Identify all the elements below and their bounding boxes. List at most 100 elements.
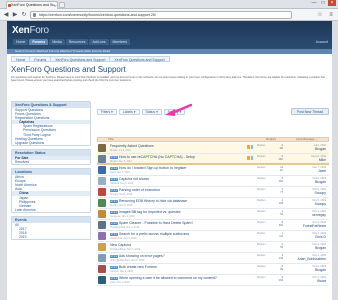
- avatar[interactable]: [98, 199, 106, 207]
- thread-title[interactable]: Removing EDB History to hide via databas…: [119, 199, 187, 204]
- thread-title[interactable]: Captcha not shown: [119, 177, 149, 182]
- thread-prefix-badge[interactable]: 2.1.x: [110, 254, 119, 258]
- sidebar-item[interactable]: Resolved: [12, 160, 90, 164]
- sub-navigation-links[interactable]: Search Forums Watched Forums Watched Thr…: [15, 49, 110, 54]
- new-tab-button[interactable]: [59, 2, 65, 8]
- thread-title[interactable]: Frequently Asked Questions: [110, 144, 154, 149]
- thread-title[interactable]: How do I forward Sign up button to /regi…: [119, 166, 187, 171]
- thread-row[interactable]: New Captcha TheDaveBingo, Nov 3, 2019 Repl…: [97, 242, 329, 253]
- thread-prefix-badge[interactable]: 2.1.x: [110, 155, 119, 159]
- reload-button[interactable]: ↻: [20, 11, 28, 19]
- thread-title[interactable]: Spam Cleaner - Possible to Hard Delete S…: [119, 221, 193, 226]
- filter-dropdown[interactable]: Labels ▾: [118, 109, 140, 115]
- thread-title[interactable]: Search for a prefix across multiple subf…: [119, 232, 189, 237]
- address-bar[interactable]: https://xenforo.com/community/forums/xen…: [30, 11, 292, 19]
- thread-prefix-badge[interactable]: 2.1.x: [110, 221, 119, 225]
- last-message-user[interactable]: Chris D: [282, 235, 326, 239]
- thread-row[interactable]: 2.1.x Images BB tag for Imported vs. ques…: [97, 209, 329, 220]
- last-message-user[interactable]: Brogan: [282, 147, 326, 151]
- post-new-thread-button[interactable]: Post New Thread: [290, 108, 329, 115]
- sidebar-item[interactable]: 2019: [12, 235, 90, 239]
- thread-row[interactable]: 2.1.x Spam Cleaner - Possible to Hard Del…: [97, 220, 329, 231]
- nav-tab-home[interactable]: Home: [13, 39, 29, 45]
- thread-title[interactable]: Bulk create new Forums: [119, 265, 157, 270]
- avatar[interactable]: [98, 276, 106, 284]
- thread-title[interactable]: New Captcha: [110, 243, 131, 248]
- thread-prefix-badge[interactable]: 2.1.x: [110, 265, 119, 269]
- thread-prefix-badge[interactable]: 2.1.x: [110, 210, 119, 214]
- close-window-button[interactable]: ×: [328, 0, 336, 6]
- last-message-user[interactable]: Mike: [282, 158, 326, 162]
- thread-row[interactable]: 2.1.x Captcha not shown mike123, Nov 6, 20…: [97, 176, 329, 187]
- thread-row[interactable]: 2.1.x Search for a prefix across multiple…: [97, 231, 329, 242]
- last-message-user[interactable]: Snoopy: [282, 191, 327, 195]
- last-message-user[interactable]: Brogan: [282, 246, 326, 250]
- filter-dropdown[interactable]: Status ▾: [141, 109, 162, 115]
- last-message-user[interactable]: ForestFarNews: [282, 224, 326, 228]
- thread-row[interactable]: 2.1.x Ads showing on error pages? Arian_Bo…: [97, 253, 329, 264]
- avatar[interactable]: [98, 221, 106, 229]
- forum-description: For questions and support for XenForo. P…: [11, 76, 325, 83]
- nav-tab-media[interactable]: Media: [49, 39, 65, 45]
- last-message-user[interactable]: Arian_Bohlusshbm: [282, 257, 326, 261]
- last-message-user[interactable]: Jaxel: [282, 169, 326, 173]
- title-column-header[interactable]: Title: [108, 138, 114, 141]
- thread-row[interactable]: 2.1.x Bulk create new Forums maoneh, Nov 2…: [97, 264, 329, 275]
- sidebar-item[interactable]: Upgrade Questions: [12, 141, 90, 145]
- avatar[interactable]: [98, 144, 106, 152]
- thread-prefix-badge[interactable]: 2.1.x: [110, 166, 119, 170]
- browser-tab[interactable]: XenForo Questions and Su... ×: [6, 1, 58, 9]
- menu-icon[interactable]: ≡: [327, 11, 335, 19]
- sidebar-item[interactable]: Latin America: [12, 208, 90, 212]
- breadcrumb-item[interactable]: XenForo Questions and Support: [50, 56, 111, 62]
- thread-title[interactable]: How to use reCAPTCHA (No CAPTCHA) - Setu…: [119, 155, 195, 160]
- replies-column-header[interactable]: Replies: [266, 138, 276, 141]
- site-logo[interactable]: XenForo: [12, 25, 49, 36]
- thread-row[interactable]: 2.1.x How to use reCAPTCHA (No CAPTCHA) -…: [97, 154, 329, 165]
- thread-prefix-badge[interactable]: 2.1.x: [110, 188, 119, 192]
- breadcrumb-item[interactable]: Home: [11, 56, 31, 62]
- thread-row[interactable]: 2.1.x Parsing order of execution Snoopy, N…: [97, 187, 329, 198]
- last-message-user[interactable]: Brogan: [282, 180, 326, 184]
- avatar[interactable]: [98, 155, 106, 163]
- avatar[interactable]: [98, 188, 106, 196]
- last-message-user[interactable]: servegay: [282, 213, 326, 217]
- account-link[interactable]: Account: [316, 40, 328, 44]
- nav-tab-members[interactable]: Members: [109, 39, 131, 45]
- tab-close-icon[interactable]: ×: [54, 2, 56, 9]
- nav-tab-add-ons[interactable]: Add-ons: [89, 39, 109, 45]
- last-message-user[interactable]: Snoopy: [282, 202, 327, 206]
- thread-row[interactable]: Frequently Asked Questions Brogan, Jul 2,…: [97, 143, 329, 154]
- avatar[interactable]: [98, 265, 106, 273]
- thread-row[interactable]: 2.1.x Removing EDB History to hide via da…: [97, 198, 329, 209]
- thread-title[interactable]: Images BB tag for Imported vs. question: [119, 210, 181, 215]
- nav-tab-resources[interactable]: Resources: [65, 39, 89, 45]
- last-message-user[interactable]: Stuart: [282, 279, 326, 283]
- thread-prefix-badge[interactable]: 2.1.x: [110, 199, 119, 203]
- thread-title[interactable]: When opening a user it be allowed to com…: [119, 276, 217, 281]
- avatar[interactable]: [98, 166, 106, 174]
- thread-row[interactable]: 2.1.x When opening a user it be allowed t…: [97, 275, 329, 286]
- avatar[interactable]: [98, 254, 106, 262]
- breadcrumb-item[interactable]: Forums: [29, 56, 52, 62]
- thread-prefix-badge[interactable]: 2.1.x: [110, 276, 119, 280]
- thread-prefix-badge[interactable]: 2.1.x: [110, 232, 119, 236]
- thread-title[interactable]: Parsing order of execution: [119, 188, 160, 193]
- breadcrumb-item[interactable]: XenForo Questions and Support: [109, 56, 170, 62]
- back-button[interactable]: ◀: [2, 11, 10, 19]
- last-message-column-header[interactable]: Last Message ↓: [296, 138, 317, 141]
- minimize-button[interactable]: —: [310, 0, 318, 6]
- nav-tab-forums[interactable]: Forums: [29, 39, 49, 45]
- forward-button[interactable]: ▶: [11, 11, 19, 19]
- thread-row[interactable]: 2.1.x How do I forward Sign up button to …: [97, 165, 329, 176]
- avatar[interactable]: [98, 232, 106, 240]
- maximize-button[interactable]: □: [319, 0, 327, 6]
- avatar[interactable]: [98, 177, 106, 185]
- thread-title[interactable]: Ads showing on error pages?: [119, 254, 165, 259]
- bookmark-star-icon[interactable]: ☆: [316, 11, 324, 19]
- last-message-user[interactable]: Brogan: [282, 268, 326, 272]
- thread-prefix-badge[interactable]: 2.1.x: [110, 177, 119, 181]
- avatar[interactable]: [98, 243, 106, 251]
- filter-dropdown[interactable]: Filters ▾: [97, 109, 117, 115]
- avatar[interactable]: [98, 210, 106, 218]
